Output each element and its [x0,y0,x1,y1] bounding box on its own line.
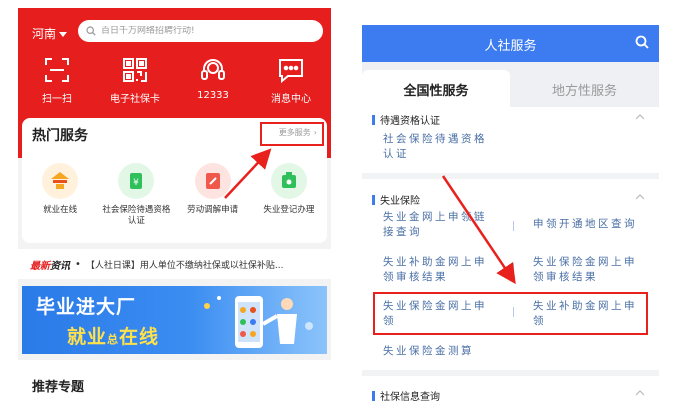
section-accent-bar [372,114,375,125]
service-item[interactable]: 失业保险金网上申 领审核结果 [533,255,637,285]
scan-icon [43,56,71,84]
service-item[interactable]: 失业补助金网上申 领审核结果 [383,255,487,285]
quick-action-label: 消息中心 [271,94,311,105]
tab-local-services[interactable]: 地方性服务 [510,70,659,107]
section-header[interactable]: 待遇资格认证 [372,112,440,127]
banner-word-online: 在线 [119,326,160,348]
region-selector[interactable]: 河南 [32,25,68,42]
section-accent-bar [372,390,375,401]
section-divider [362,173,659,179]
mediation-icon [194,163,231,199]
search-bar[interactable] [78,20,323,42]
quick-action-label: 电子社保卡 [110,94,160,105]
item-divider [513,221,514,231]
right-phone-screen: 人社服务 全国性服务 地方性服务 待遇资格认证 社会保险待遇资格 认证 失业保险… [362,25,659,415]
quick-action-label: 12333 [197,90,229,101]
bullet-icon: • [75,258,81,270]
search-icon [86,26,96,36]
section-accent-bar [372,194,375,205]
hot-service-employment[interactable]: 就业在线 [22,163,98,227]
employment-icon [42,163,79,199]
quick-action-hotline[interactable]: 12333 [174,56,252,105]
hot-services-grid: 就业在线 ¥ 社会保险待遇资格 认证 劳动调解申请 失业登记办理 [22,163,327,227]
search-icon[interactable] [635,35,649,49]
service-item[interactable]: 申领开通地区查询 [533,217,637,232]
quick-action-label: 扫一扫 [42,94,72,105]
left-phone-screen: 河南 扫一扫 电子社保卡 [18,8,331,410]
caret-down-icon [59,32,68,37]
promo-banner[interactable]: 毕业进大厂 就业总在线 [22,286,327,354]
banner-word-always: 总 [107,333,120,346]
news-tag-latest: 最新 [30,260,50,272]
top-header: 人社服务 [362,25,659,62]
banner-headline: 毕业进大厂 [36,296,137,318]
search-input[interactable] [101,26,301,36]
banner-word-employment: 就业 [67,326,108,348]
hot-service-label: 劳动调解申请 [187,205,239,215]
news-headline: 【人社日课】用人单位不缴纳社保或以社保补贴... [85,260,284,271]
section-header[interactable]: 失业保险 [372,192,420,207]
hot-services-card: 热门服务 更多服务 › 就业在线 ¥ 社会保险待遇资格 认证 劳动调解申请 失业… [22,118,327,243]
quick-actions: 扫一扫 电子社保卡 12333 消息中心 [18,56,331,105]
svg-text:¥: ¥ [134,178,140,188]
hot-service-unemployment-registration[interactable]: 失业登记办理 [251,163,327,227]
tab-national-services[interactable]: 全国性服务 [362,70,510,107]
service-item[interactable]: 失业金网上申领链 接查询 [383,210,487,240]
news-tag-info: 资讯 [50,260,70,272]
chevron-up-icon[interactable] [635,114,645,120]
recommended-section: 推荐专题 [18,360,331,410]
service-item[interactable]: 失业保险金测算 [383,344,474,359]
headset-icon [199,56,227,84]
news-tag: 最新资讯 [30,257,70,272]
service-item[interactable]: 社会保险待遇资格 认证 [383,132,487,162]
quick-action-scan[interactable]: 扫一扫 [18,56,96,105]
qr-card-icon [121,56,149,84]
hot-service-label: 失业登记办理 [263,205,315,215]
message-icon [277,56,305,84]
section-title: 失业保险 [380,196,420,207]
region-label: 河南 [32,27,57,41]
hot-service-insurance-qualification[interactable]: ¥ 社会保险待遇资格 认证 [98,163,174,227]
chevron-up-icon[interactable] [635,194,645,200]
quick-action-social-card[interactable]: 电子社保卡 [96,56,174,105]
hot-service-labor-mediation[interactable]: 劳动调解申请 [175,163,251,227]
section-title: 社保信息查询 [380,392,440,403]
news-ticker[interactable]: 最新资讯 • 【人社日课】用人单位不缴纳社保或以社保补贴... [18,249,331,279]
chevron-up-icon[interactable] [635,390,645,396]
highlight-box [373,292,648,335]
banner-subline: 就业总在线 [67,322,159,349]
unemployment-icon [270,163,307,199]
page-title: 人社服务 [484,39,537,54]
tab-bar: 全国性服务 地方性服务 [362,62,659,107]
quick-action-messages[interactable]: 消息中心 [252,56,330,105]
hot-services-title: 热门服务 [32,128,88,144]
hot-service-label: 社会保险待遇资格 认证 [102,205,171,226]
more-services-highlight-box [260,122,324,146]
insurance-icon: ¥ [118,163,155,199]
hot-service-label: 就业在线 [43,205,78,215]
section-title: 待遇资格认证 [380,116,440,127]
recommended-title: 推荐专题 [32,380,85,395]
banner-illustration [204,296,313,348]
item-divider [513,263,514,273]
section-header[interactable]: 社保信息查询 [372,388,440,403]
section-divider [362,370,659,376]
